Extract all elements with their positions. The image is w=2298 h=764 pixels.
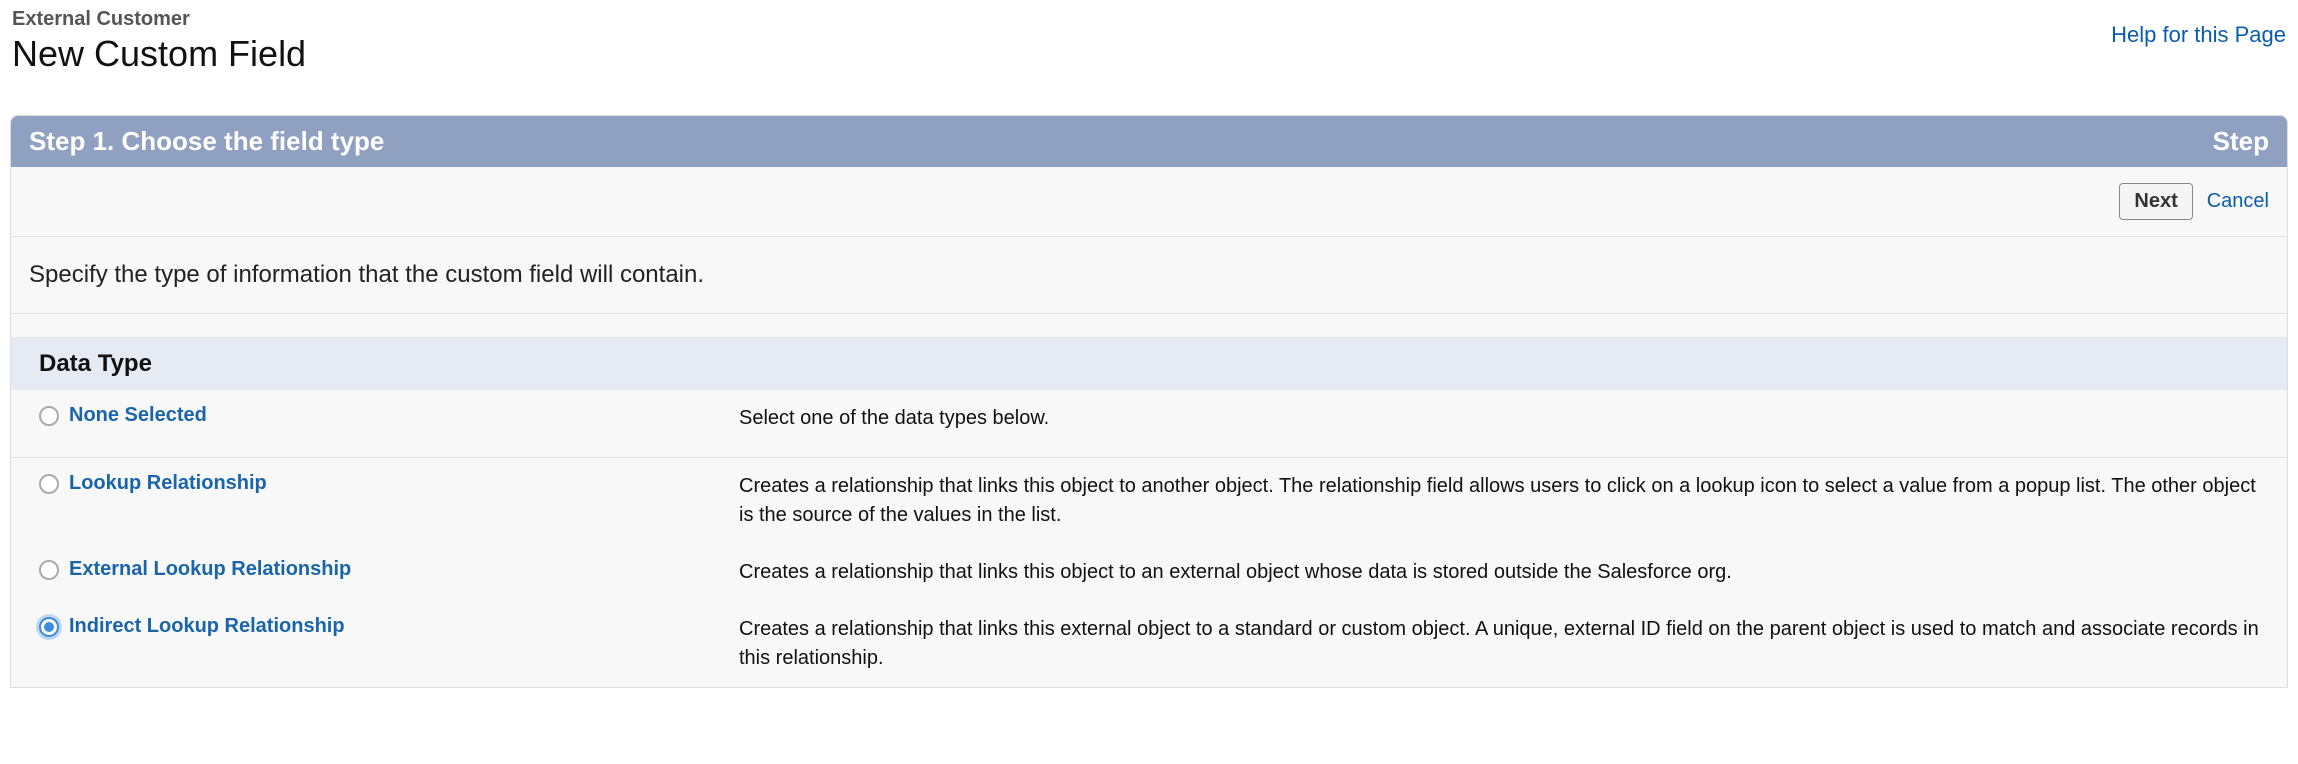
- cancel-link[interactable]: Cancel: [2207, 190, 2269, 213]
- step-indicator: Step: [2213, 126, 2269, 157]
- help-link[interactable]: Help for this Page: [2111, 8, 2286, 48]
- step-header: Step 1. Choose the field type Step: [11, 116, 2287, 167]
- section-spacer: [11, 314, 2287, 338]
- object-name: External Customer: [12, 8, 306, 31]
- radio-group-external-lookup: External Lookup Relationship: [39, 558, 739, 581]
- option-lookup: Lookup Relationship Creates a relationsh…: [11, 458, 2287, 544]
- radio-group-lookup: Lookup Relationship: [39, 472, 739, 495]
- radio-label-lookup[interactable]: Lookup Relationship: [69, 472, 267, 495]
- radio-group-none: None Selected: [39, 404, 739, 427]
- radio-group-indirect-lookup: Indirect Lookup Relationship: [39, 615, 739, 638]
- option-none-selected: None Selected Select one of the data typ…: [11, 390, 2287, 458]
- step-title: Step 1. Choose the field type: [29, 126, 384, 157]
- page-header: External Customer New Custom Field Help …: [0, 0, 2298, 75]
- wizard-panel: Step 1. Choose the field type Step Next …: [10, 115, 2288, 688]
- radio-label-external-lookup[interactable]: External Lookup Relationship: [69, 558, 351, 581]
- next-button[interactable]: Next: [2119, 183, 2192, 220]
- step-instruction: Specify the type of information that the…: [11, 237, 2287, 314]
- radio-indirect-lookup[interactable]: [39, 617, 59, 637]
- radio-external-lookup[interactable]: [39, 560, 59, 580]
- header-title-block: External Customer New Custom Field: [12, 8, 306, 75]
- radio-label-none[interactable]: None Selected: [69, 404, 207, 427]
- radio-lookup[interactable]: [39, 474, 59, 494]
- wizard-buttons-row: Next Cancel: [11, 167, 2287, 237]
- radio-none[interactable]: [39, 406, 59, 426]
- radio-label-indirect-lookup[interactable]: Indirect Lookup Relationship: [69, 615, 345, 638]
- desc-external-lookup: Creates a relationship that links this o…: [739, 558, 2259, 587]
- page-title: New Custom Field: [12, 33, 306, 75]
- option-indirect-lookup: Indirect Lookup Relationship Creates a r…: [11, 601, 2287, 687]
- data-type-section-header: Data Type: [11, 338, 2287, 390]
- desc-none: Select one of the data types below.: [739, 404, 2259, 433]
- desc-lookup: Creates a relationship that links this o…: [739, 472, 2259, 530]
- desc-indirect-lookup: Creates a relationship that links this e…: [739, 615, 2259, 673]
- option-external-lookup: External Lookup Relationship Creates a r…: [11, 544, 2287, 601]
